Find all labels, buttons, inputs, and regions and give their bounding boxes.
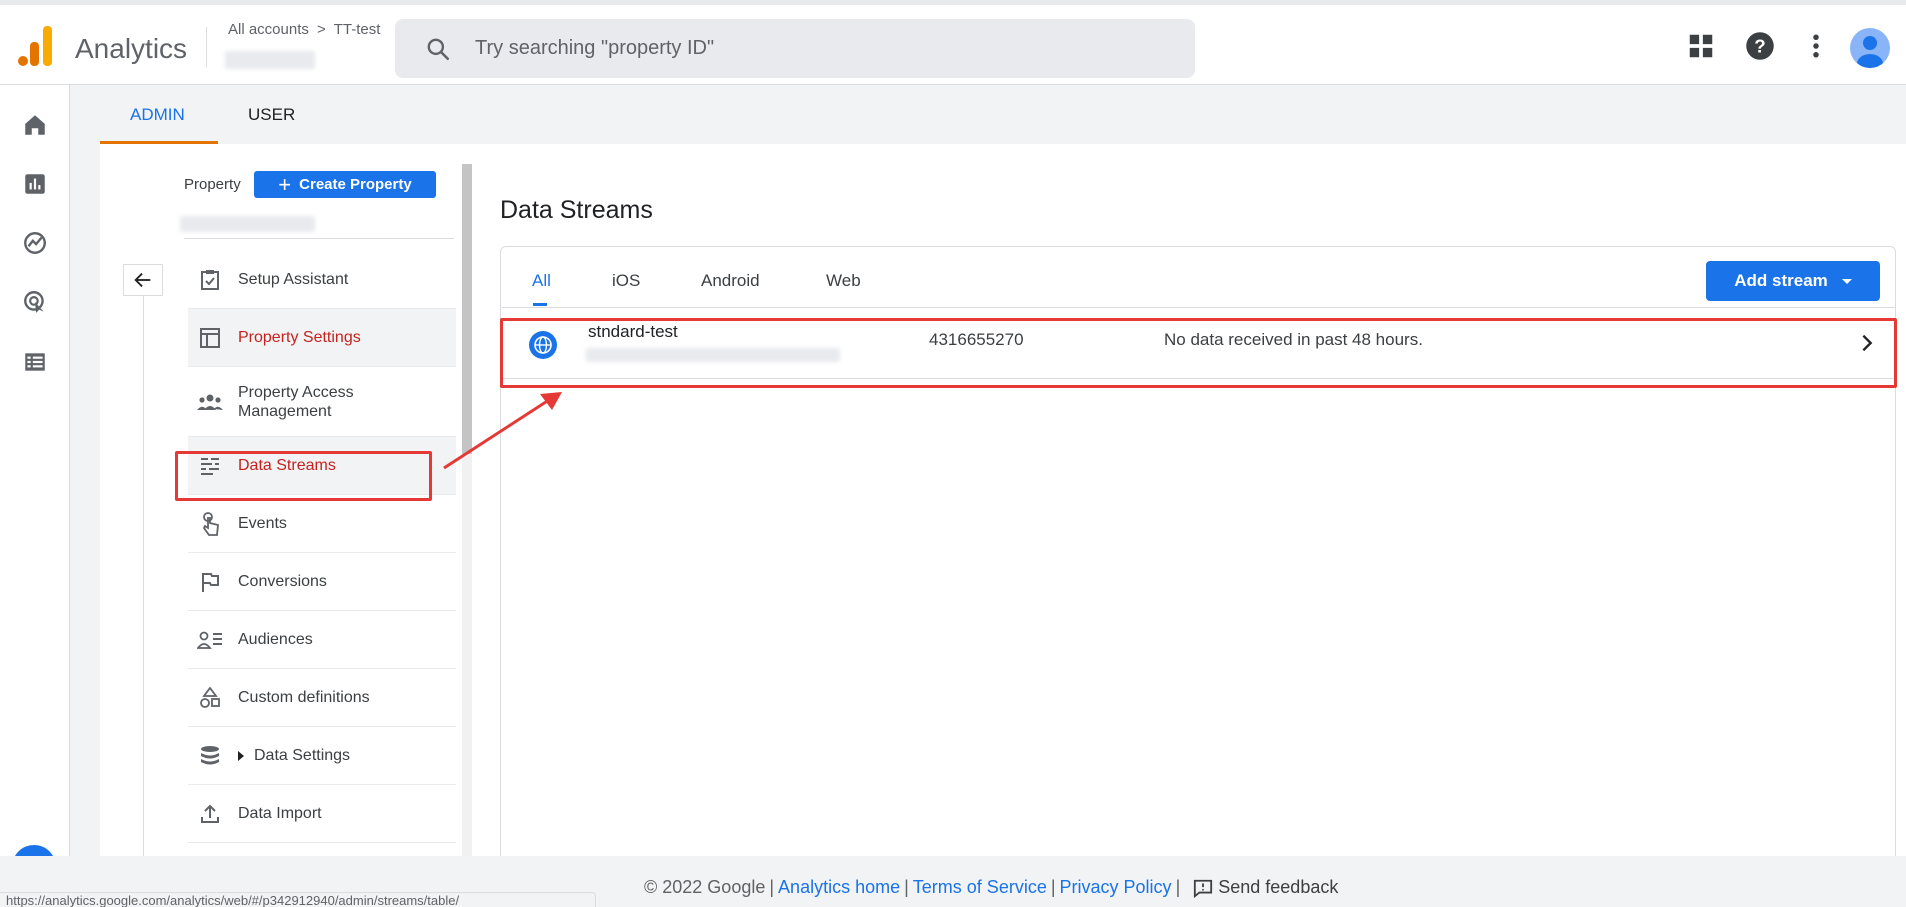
plus-icon: + (278, 171, 292, 197)
filter-tab-android[interactable]: Android (701, 271, 760, 291)
menu-setup-assistant[interactable]: Setup Assistant (188, 251, 456, 309)
stream-name[interactable]: stndard-test (588, 322, 678, 342)
people-icon (196, 388, 224, 416)
menu-property-settings[interactable]: Property Settings (188, 309, 456, 367)
property-column: Property + Create Property Setup Assista… (100, 144, 472, 856)
menu-label: Property Access Management (238, 383, 354, 420)
menu-events[interactable]: Events (188, 495, 456, 553)
stream-id: 4316655270 (929, 330, 1024, 349)
menu-audiences[interactable]: Audiences (188, 611, 456, 669)
touch-icon (196, 510, 224, 538)
menu-property-access-management[interactable]: Property Access Management (188, 367, 456, 437)
footer-sep: | (904, 877, 909, 897)
footer-sep: | (1175, 877, 1181, 897)
advertising-icon[interactable] (22, 289, 48, 315)
checklist-icon (196, 266, 224, 294)
menu-label: Setup Assistant (238, 271, 349, 288)
configure-icon[interactable] (22, 349, 48, 375)
filter-tab-web[interactable]: Web (826, 271, 861, 291)
menu-conversions[interactable]: Conversions (188, 553, 456, 611)
menu-data-streams[interactable]: Data Streams (188, 437, 456, 495)
menu-label: Events (238, 515, 287, 532)
menu-label: Property Settings (238, 329, 361, 346)
top-app-bar: Analytics All accounts > TT-test Try sea… (0, 0, 1906, 85)
account-breadcrumb[interactable]: All accounts > TT-test (228, 21, 380, 38)
explore-icon[interactable] (22, 230, 48, 256)
upload-icon (196, 800, 224, 828)
footer-links: © 2022 Google | Analytics home | Terms o… (644, 877, 1338, 898)
flag-icon (196, 568, 224, 596)
reports-icon[interactable] (22, 171, 48, 197)
search-input[interactable]: Try searching "property ID" (475, 37, 714, 60)
admin-user-tabs: ADMIN USER (100, 85, 1906, 144)
breadcrumb-all-accounts[interactable]: All accounts (228, 21, 309, 38)
help-icon[interactable]: ? (1745, 31, 1775, 61)
analytics-home-link[interactable]: Analytics home (778, 877, 900, 898)
filter-tab-all[interactable]: All (532, 271, 551, 291)
analytics-logo[interactable] (18, 26, 54, 66)
shapes-icon (196, 684, 224, 712)
expand-triangle-icon[interactable] (238, 750, 244, 761)
create-property-label: Create Property (299, 176, 412, 193)
annotation-arrow (443, 392, 562, 470)
add-stream-label: Add stream (1734, 271, 1828, 290)
stream-url-redacted (586, 348, 840, 362)
page-title: Data Streams (500, 196, 653, 224)
menu-custom-definitions[interactable]: Custom definitions (188, 669, 456, 727)
tab-user[interactable]: USER (248, 105, 295, 125)
tree-line (143, 296, 144, 856)
chevron-right-icon[interactable] (1856, 332, 1878, 354)
audience-icon (196, 626, 224, 654)
breadcrumb-separator: > (317, 21, 326, 38)
data-streams-card: All iOS Android Web Add stream stndard-t… (500, 246, 1896, 856)
search-icon (427, 38, 450, 61)
streams-icon (196, 452, 224, 480)
copyright: © 2022 Google (644, 877, 766, 897)
chevron-down-icon (1841, 278, 1852, 284)
send-feedback-link[interactable]: Send feedback (1218, 877, 1338, 898)
search-bar[interactable]: Try searching "property ID" (395, 19, 1195, 78)
menu-label: Data Streams (238, 457, 336, 474)
menu-data-settings[interactable]: Data Settings (188, 727, 456, 785)
admin-content: Property + Create Property Setup Assista… (100, 144, 1906, 856)
globe-icon (529, 331, 557, 359)
menu-label: Audiences (238, 631, 313, 648)
feedback-icon[interactable] (1192, 878, 1214, 898)
status-bar-url: https://analytics.google.com/analytics/w… (0, 892, 596, 907)
footer-sep: | (1050, 877, 1056, 897)
app-title: Analytics (75, 33, 188, 64)
filter-tab-ios[interactable]: iOS (612, 271, 640, 291)
arrow-left-icon (134, 272, 151, 288)
breadcrumb-account[interactable]: TT-test (334, 21, 381, 38)
create-property-button[interactable]: + Create Property (254, 171, 436, 198)
menu-label: Conversions (238, 573, 327, 590)
privacy-link[interactable]: Privacy Policy (1060, 877, 1172, 898)
avatar[interactable] (1850, 28, 1890, 68)
menu-label: Data Import (238, 805, 322, 822)
database-icon (196, 742, 224, 770)
tab-admin[interactable]: ADMIN (130, 105, 185, 125)
stream-status: No data received in past 48 hours. (1164, 330, 1423, 349)
footer-sep: | (769, 877, 775, 897)
menu-label: Data Settings (254, 747, 351, 764)
menu-data-import[interactable]: Data Import (188, 785, 456, 843)
property-selector-redacted[interactable] (180, 216, 315, 232)
property-name-redacted (225, 51, 315, 69)
apps-grid-icon[interactable] (1686, 31, 1716, 61)
table-row[interactable]: stndard-test 4316655270 No data received… (502, 307, 1896, 379)
property-label: Property (184, 176, 241, 193)
add-stream-button[interactable]: Add stream (1706, 261, 1880, 301)
menu-label: Custom definitions (238, 689, 370, 706)
terms-link[interactable]: Terms of Service (913, 877, 1047, 898)
svg-text:?: ? (1754, 35, 1765, 56)
home-icon[interactable] (22, 112, 48, 138)
header-divider (206, 27, 207, 67)
layout-icon (196, 324, 224, 352)
left-nav-rail (0, 85, 70, 907)
more-vert-icon[interactable] (1801, 31, 1831, 61)
property-selector-underline (184, 238, 454, 239)
active-filter-indicator (533, 303, 547, 306)
back-button[interactable] (123, 264, 163, 296)
